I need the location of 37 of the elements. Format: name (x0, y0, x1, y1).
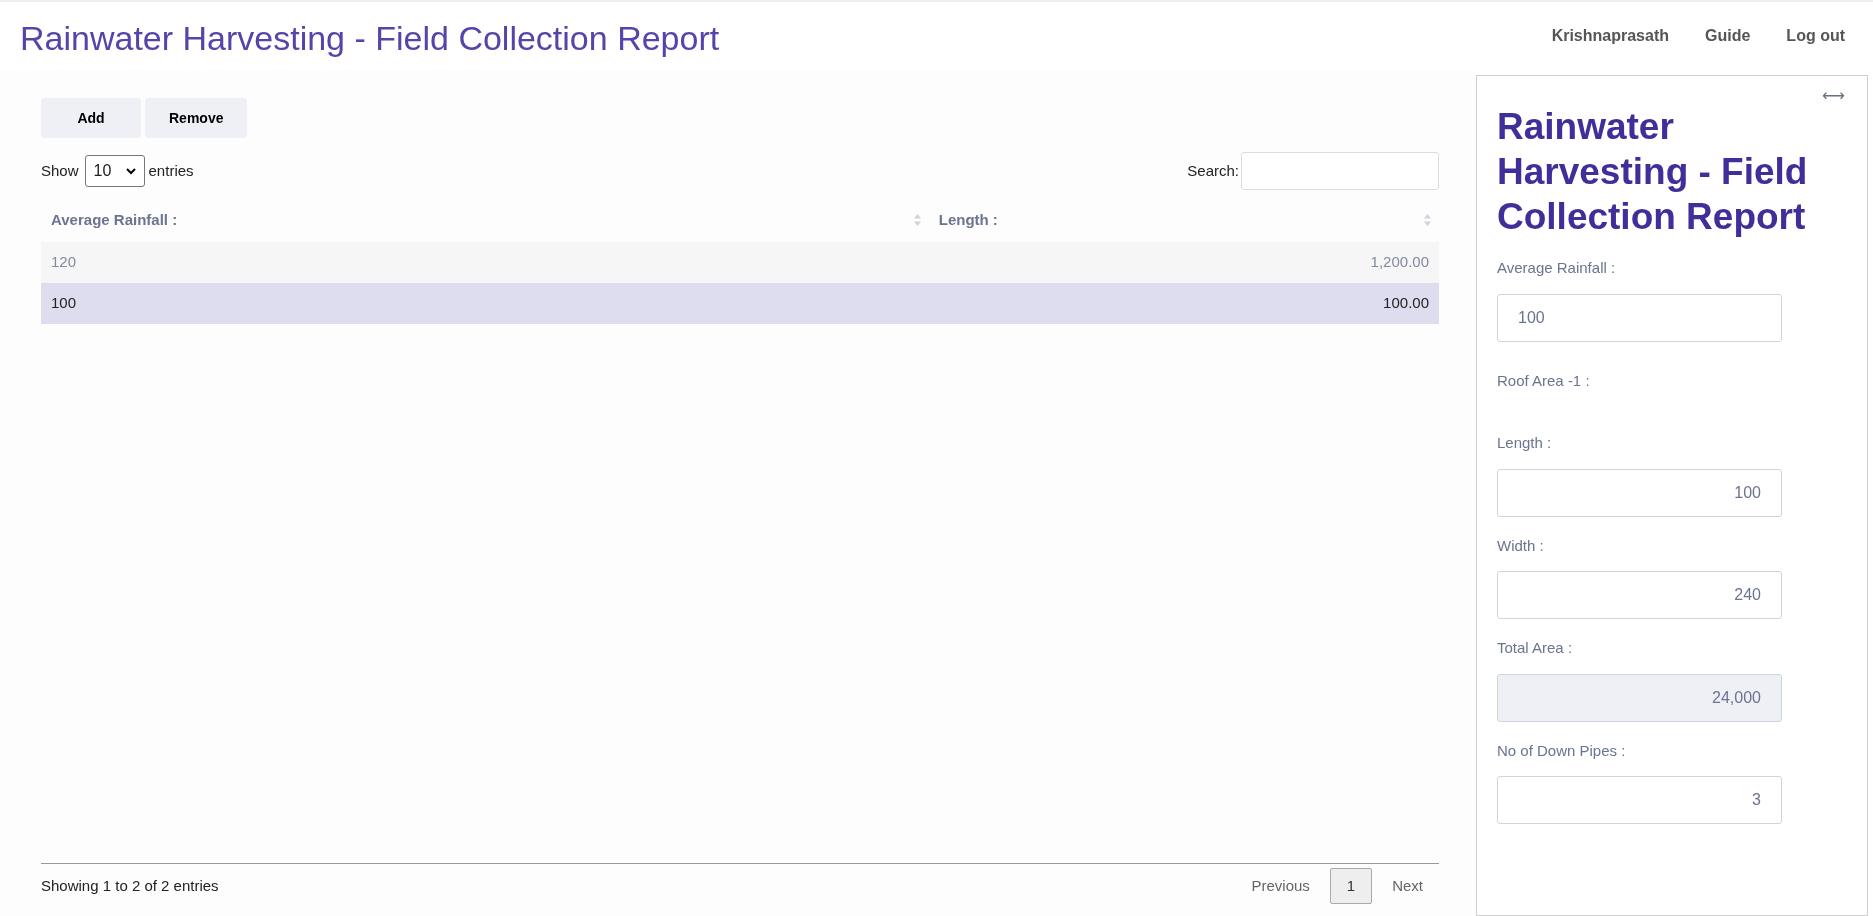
entries-info: Showing 1 to 2 of 2 entries (41, 875, 219, 896)
pagination-button[interactable]: Next (1376, 868, 1439, 904)
table-cell: 1,200.00 (928, 242, 1439, 283)
section-label: Roof Area -1 : (1497, 370, 1591, 391)
table-cell: 100 (41, 283, 929, 324)
resize-icon[interactable]: ⟷ (1822, 84, 1845, 108)
field-label: Width : (1497, 535, 1545, 556)
input-field[interactable]: 240 (1497, 571, 1782, 619)
search-field[interactable] (1241, 152, 1439, 190)
search-label: Search: (1187, 160, 1239, 181)
pagination-button[interactable]: 1 (1329, 868, 1373, 904)
field-label: Length : (1497, 433, 1553, 453)
page-size-select[interactable]: 10 (84, 155, 145, 187)
remove-button[interactable]: Remove (145, 98, 248, 138)
field-label: No of Down Pipes : (1497, 740, 1627, 761)
panel-title: Rainwater Harvesting - Field Collection Report (1497, 105, 1809, 239)
field-label: Average Rainfall : (1497, 258, 1617, 278)
sort-icon (1424, 214, 1431, 226)
sort-icon (913, 214, 921, 226)
field-label: Total Area : (1497, 638, 1574, 658)
column-header[interactable]: Length : (928, 198, 1439, 242)
entries-label: entries (148, 160, 194, 181)
input-field[interactable]: 3 (1497, 776, 1782, 824)
chevron-down-icon (125, 167, 136, 175)
column-header[interactable]: Average Rainfall : (41, 198, 929, 242)
pagination-button[interactable]: Previous (1235, 868, 1326, 904)
table-row[interactable]: 120 1,200.00 (41, 242, 1439, 283)
input-field[interactable]: 100 (1497, 293, 1782, 342)
table-cell: 120 (41, 242, 929, 283)
nav-link[interactable]: Krishnaprasath (1551, 24, 1669, 48)
add-button[interactable]: Add (41, 98, 141, 138)
page-title: Rainwater Harvesting - Field Collection Report (20, 17, 720, 59)
show-label: Show (41, 160, 79, 181)
nav-link[interactable]: Guide (1705, 24, 1751, 48)
table-cell: 100.00 (928, 283, 1439, 324)
nav-link[interactable]: Log out (1786, 24, 1845, 48)
input-field[interactable]: 100 (1497, 468, 1782, 517)
